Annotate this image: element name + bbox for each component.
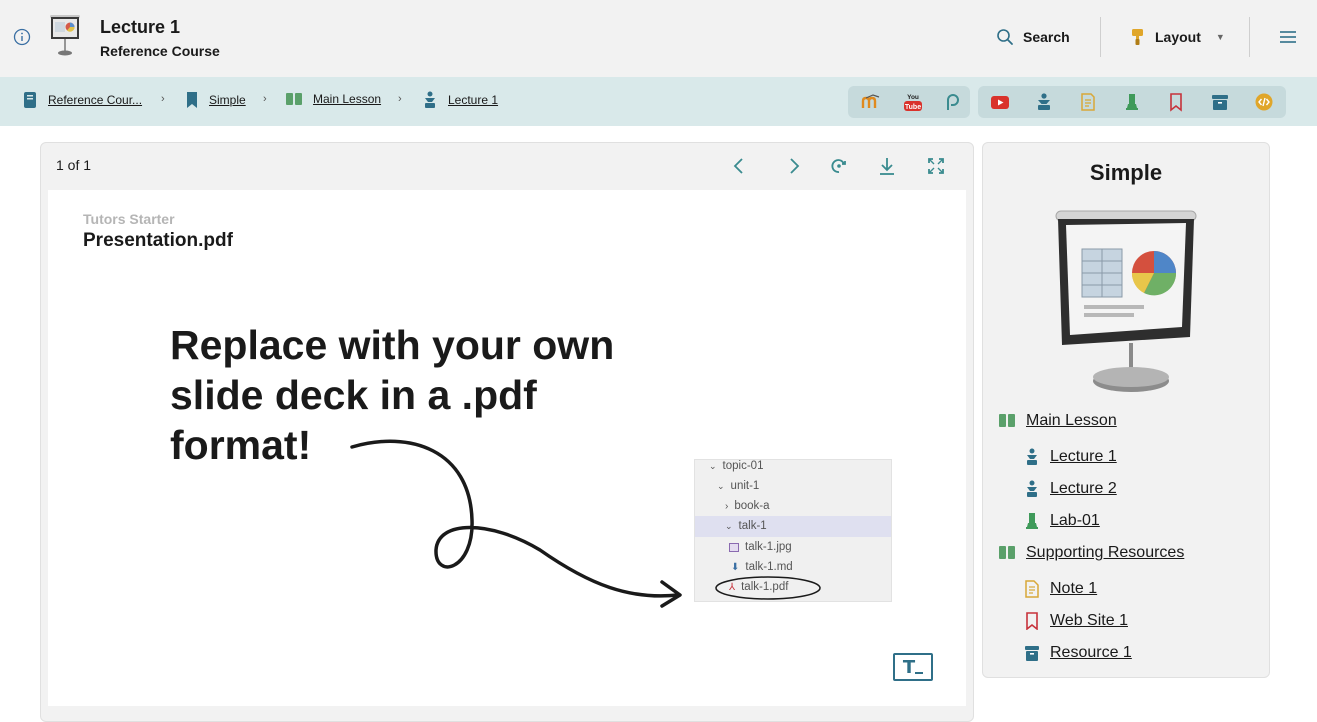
breadcrumb-item-course[interactable]: Reference Cour... xyxy=(22,91,142,109)
tutors-badge: T xyxy=(893,653,933,681)
divider xyxy=(1100,17,1101,57)
breadcrumb-link[interactable]: Lecture 1 xyxy=(448,93,498,107)
code-icon[interactable] xyxy=(1254,92,1274,112)
svg-text:Tube: Tube xyxy=(905,104,921,111)
breadcrumb-link[interactable]: Simple xyxy=(209,93,246,107)
page-count: 1 of 1 xyxy=(56,157,92,173)
chevron-right-icon: › xyxy=(161,93,165,105)
sidebar-item-note-1[interactable]: Note 1 xyxy=(1024,580,1097,598)
layout-button[interactable]: Layout ▼ xyxy=(1130,26,1225,48)
breadcrumb-item-simple[interactable]: Simple xyxy=(185,91,246,109)
archive-icon xyxy=(1025,646,1039,661)
sidebar-link[interactable]: Lab-01 xyxy=(1050,512,1100,530)
breadcrumb-link[interactable]: Main Lesson xyxy=(313,92,381,106)
sidebar-item-main-lesson[interactable]: Main Lesson xyxy=(998,412,1117,430)
tree-item: ⬇ talk-1.md xyxy=(731,561,793,573)
sidebar-link[interactable]: Lecture 1 xyxy=(1050,448,1117,466)
sidebar-item-web-site-1[interactable]: Web Site 1 xyxy=(1024,612,1128,630)
chevron-right-icon: › xyxy=(725,500,729,512)
breadcrumb-link[interactable]: Reference Cour... xyxy=(48,93,142,107)
tree-item: ⌄ talk-1 xyxy=(725,520,767,532)
sidebar-link[interactable]: Note 1 xyxy=(1050,580,1097,598)
chevron-down-icon: ⌄ xyxy=(725,520,733,531)
video-icon[interactable] xyxy=(990,92,1010,112)
note-icon[interactable] xyxy=(1078,92,1098,112)
lab-icon xyxy=(1026,513,1038,529)
layout-label: Layout xyxy=(1155,29,1201,45)
youtube-icon[interactable]: You Tube xyxy=(903,92,923,112)
lesson-icon xyxy=(286,93,302,105)
lecture-icon xyxy=(425,91,435,108)
file-tree-screenshot: ⌄ topic-01 ⌄ unit-1 › book-a ⌄ talk-1 ta… xyxy=(694,459,892,602)
archive-icon[interactable] xyxy=(1210,92,1230,112)
slide-headline-line: slide deck in a .pdf xyxy=(170,372,537,418)
chevron-down-icon: ⌄ xyxy=(717,480,725,491)
slack-icon[interactable] xyxy=(942,92,962,112)
download-icon[interactable] xyxy=(877,155,897,177)
fullscreen-icon[interactable] xyxy=(926,155,946,177)
course-icon xyxy=(24,92,36,108)
sidebar-link[interactable]: Main Lesson xyxy=(1026,412,1117,430)
search-icon xyxy=(997,29,1013,45)
lesson-icon xyxy=(999,546,1015,559)
chevron-left-icon[interactable] xyxy=(729,155,749,177)
paintbrush-icon xyxy=(1132,29,1143,45)
slide-title: Presentation.pdf xyxy=(83,230,233,251)
breadcrumb-item-lecture[interactable]: Lecture 1 xyxy=(422,91,498,109)
svg-text:You: You xyxy=(907,94,919,101)
search-button[interactable]: Search xyxy=(996,26,1070,48)
breadcrumb-item-main-lesson[interactable]: Main Lesson xyxy=(285,91,381,107)
slide-kicker: Tutors Starter xyxy=(83,211,175,227)
search-label: Search xyxy=(1023,29,1070,45)
image-file-icon xyxy=(729,542,739,552)
sidebar-item-supporting-resources[interactable]: Supporting Resources xyxy=(998,544,1184,562)
app-header: Lecture 1 Reference Course Search Layout… xyxy=(0,0,1317,77)
lecture-icon xyxy=(1027,448,1037,465)
sidebar-link[interactable]: Supporting Resources xyxy=(1026,544,1184,562)
course-subtitle: Reference Course xyxy=(100,43,220,59)
lecture-icon xyxy=(1027,480,1037,497)
rotate-icon[interactable] xyxy=(829,155,849,177)
circle-annotation-icon xyxy=(715,576,821,600)
web-bookmark-icon xyxy=(1026,612,1038,630)
curly-arrow-icon xyxy=(350,439,682,608)
bookmark-icon xyxy=(187,92,197,108)
slide-headline-line: Replace with your own xyxy=(170,322,615,368)
page-title: Lecture 1 xyxy=(100,17,181,37)
markdown-file-icon: ⬇ xyxy=(731,561,740,573)
note-icon xyxy=(1025,580,1039,598)
sidebar-title: Simple xyxy=(1089,160,1163,185)
tree-item: talk-1.jpg xyxy=(729,537,792,557)
sidebar-item-lecture-2[interactable]: Lecture 2 xyxy=(1024,480,1117,498)
info-icon[interactable] xyxy=(13,28,31,46)
presentation-logo-icon xyxy=(50,15,80,56)
hamburger-menu-icon[interactable] xyxy=(1278,28,1298,46)
chevron-right-icon[interactable] xyxy=(784,155,804,177)
lab-icon[interactable] xyxy=(1122,92,1142,112)
moodle-icon[interactable] xyxy=(861,92,881,112)
lesson-icon xyxy=(999,414,1015,427)
tree-item: ⌄ topic-01 xyxy=(709,460,764,472)
web-bookmark-icon[interactable] xyxy=(1166,92,1186,112)
sidebar-item-lecture-1[interactable]: Lecture 1 xyxy=(1024,448,1117,466)
chevron-down-icon: ▼ xyxy=(1215,32,1225,42)
chevron-right-icon: › xyxy=(398,93,402,105)
sidebar-link[interactable]: Resource 1 xyxy=(1050,644,1132,662)
sidebar-item-lab-01[interactable]: Lab-01 xyxy=(1024,512,1100,530)
lecture-icon[interactable] xyxy=(1034,92,1054,112)
presentation-image xyxy=(1055,210,1197,392)
sidebar-item-resource-1[interactable]: Resource 1 xyxy=(1024,644,1132,662)
tree-item: ⌄ unit-1 xyxy=(717,480,760,492)
sidebar-link[interactable]: Web Site 1 xyxy=(1050,612,1128,630)
divider xyxy=(1249,17,1250,57)
sidebar-link[interactable]: Lecture 2 xyxy=(1050,480,1117,498)
tree-item: › book-a xyxy=(725,500,770,512)
chevron-right-icon: › xyxy=(263,93,267,105)
chevron-down-icon: ⌄ xyxy=(709,460,717,471)
